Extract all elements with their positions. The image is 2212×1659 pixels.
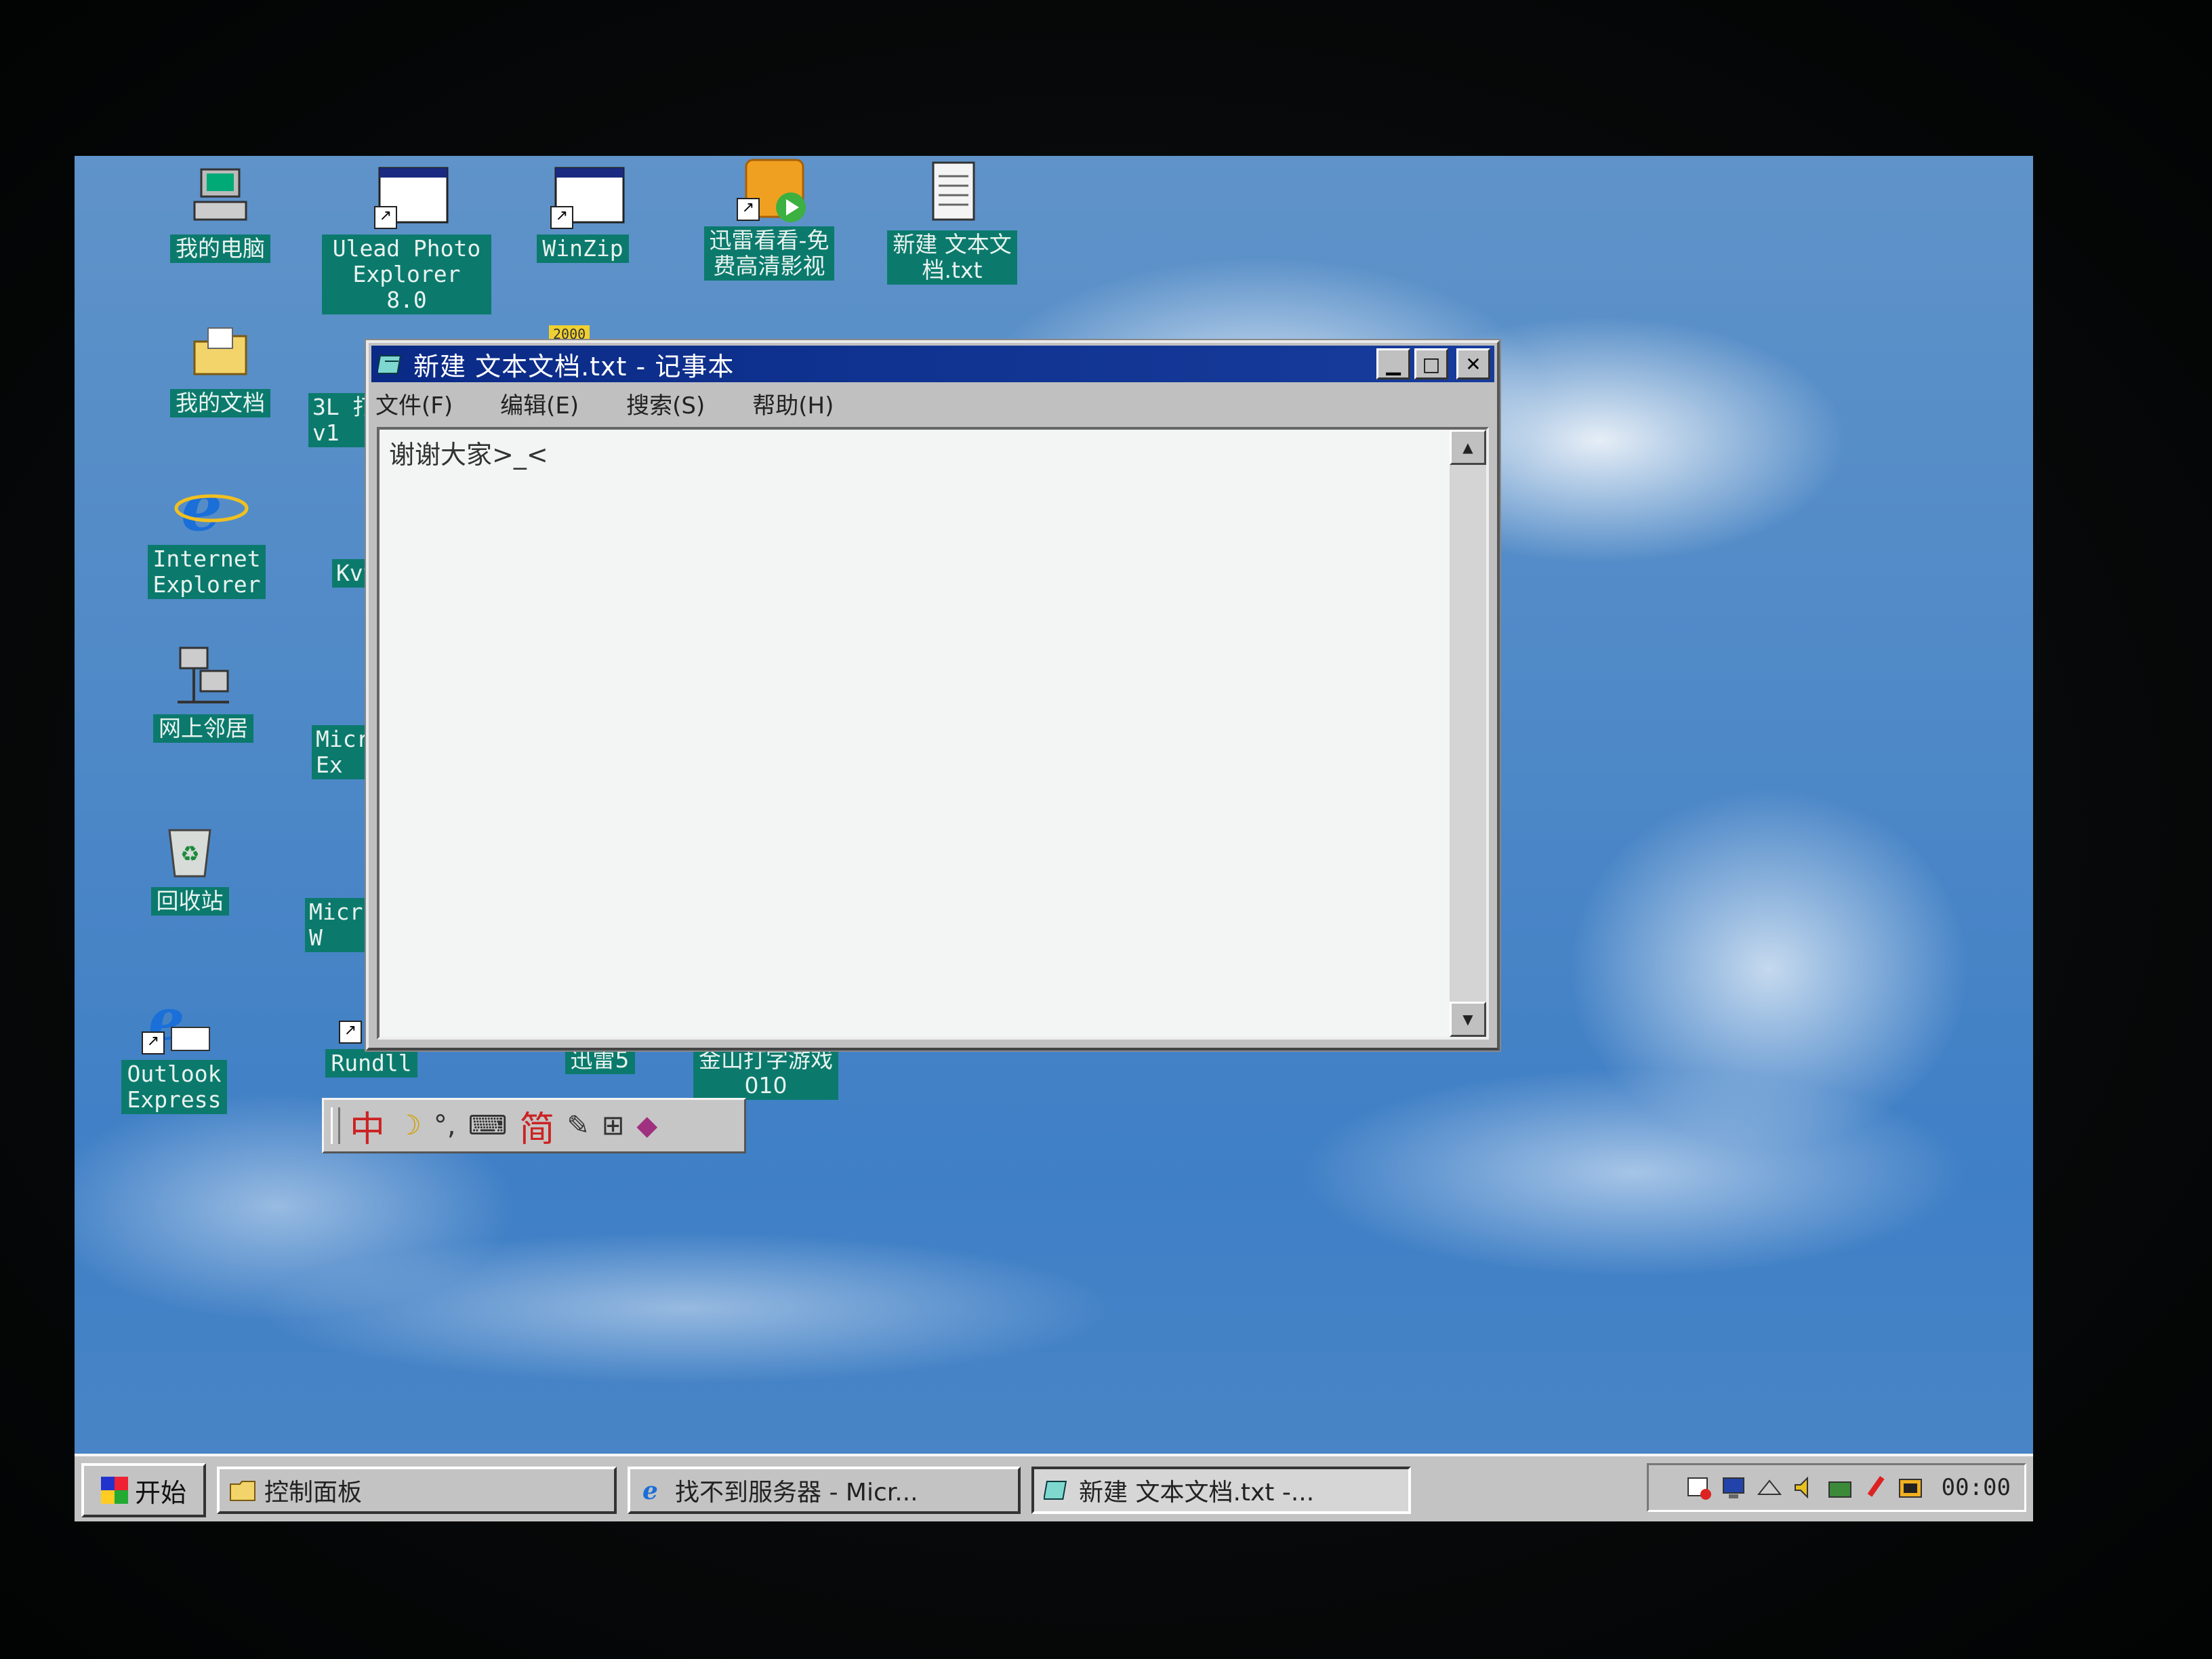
xunlei-kankan-icon: ↗ xyxy=(737,156,806,222)
desktop: 我的电脑 我的文档 e Internet Explorer 网上邻居 ♻ 回收站… xyxy=(75,156,2033,1521)
moon-icon[interactable]: ☽ xyxy=(397,1110,422,1141)
desktop-icon-label: 金山打字游戏 010 xyxy=(693,1046,838,1100)
system-tray: 00:00 xyxy=(1647,1463,2026,1512)
task-button-control-panel[interactable]: 控制面板 xyxy=(217,1467,617,1514)
folder-icon xyxy=(188,319,253,384)
text-edit-area[interactable]: 谢谢大家>_< ▲ ▼ xyxy=(377,427,1489,1040)
task-label: 新建 文本文档.txt -... xyxy=(1079,1479,1315,1507)
media-icon[interactable] xyxy=(1897,1474,1924,1501)
task-button-notepad[interactable]: 新建 文本文档.txt -... xyxy=(1031,1467,1411,1514)
window-title: 新建 文本文档.txt - 记事本 xyxy=(413,351,735,382)
notepad-titlebar[interactable]: 新建 文本文档.txt - 记事本 ▁ □ ✕ xyxy=(371,346,1494,382)
desktop-icon-label: 回收站 xyxy=(150,887,229,916)
minimize-button[interactable]: ▁ xyxy=(1376,348,1410,380)
start-label: 开始 xyxy=(134,1477,186,1508)
volume-icon[interactable] xyxy=(1791,1474,1818,1501)
pencil-icon[interactable] xyxy=(1862,1474,1889,1501)
internet-explorer-icon: e xyxy=(174,469,249,546)
display-icon[interactable] xyxy=(1721,1474,1748,1501)
desktop-icon-winzip[interactable]: ↗ WinZip xyxy=(508,164,657,263)
book-icon[interactable]: ◆ xyxy=(636,1110,657,1141)
vertical-scrollbar[interactable]: ▲ ▼ xyxy=(1450,430,1486,1037)
task-button-browser[interactable]: e 找不到服务器 - Micr... xyxy=(628,1467,1021,1514)
ime-chinese-mode[interactable]: 中 xyxy=(350,1101,385,1151)
recycle-bin-icon: ♻ xyxy=(157,817,222,882)
ime-toolbar[interactable]: 中 ☽ °, ⌨ 简 ✎ ⊞ ◆ xyxy=(322,1098,746,1153)
punctuation-icon[interactable]: °, xyxy=(434,1110,456,1141)
shortcut-arrow-icon: ↗ xyxy=(737,198,760,221)
folder-icon xyxy=(230,1481,255,1501)
ime-simplified-mode[interactable]: 简 xyxy=(519,1101,554,1151)
desktop-icon-label: Outlook Express xyxy=(121,1060,227,1114)
notepad-window[interactable]: 新建 文本文档.txt - 记事本 ▁ □ ✕ 文件(F) 编辑(E) 搜索(S… xyxy=(366,340,1500,1050)
shortcut-arrow-icon: ↗ xyxy=(339,1021,362,1044)
maximize-button[interactable]: □ xyxy=(1414,348,1448,380)
desktop-icon-my-documents[interactable]: 我的文档 xyxy=(136,319,305,417)
task-label: 控制面板 xyxy=(264,1479,363,1507)
desktop-icon-label: Ulead Photo Explorer 8.0 xyxy=(322,234,491,314)
desktop-icon-internet-explorer[interactable]: e Internet Explorer xyxy=(122,469,291,599)
clock[interactable]: 00:00 xyxy=(1942,1474,2011,1501)
notepad-icon xyxy=(1044,1481,1067,1500)
close-button[interactable]: ✕ xyxy=(1456,348,1490,380)
network-icon xyxy=(171,644,236,709)
svg-text:e: e xyxy=(181,474,222,539)
pen-icon[interactable]: ✎ xyxy=(567,1110,590,1141)
desktop-icon-new-text-file[interactable]: 新建 文本文 档.txt xyxy=(867,160,1037,285)
shortcut-arrow-icon: ↗ xyxy=(550,206,573,229)
internet-explorer-icon: e xyxy=(642,1477,658,1503)
keyboard-icon[interactable]: ⌨ xyxy=(468,1110,508,1141)
desktop-icon-label: 我的电脑 xyxy=(170,234,270,263)
desktop-icon-label: 迅雷看看-免 费高清影视 xyxy=(703,226,835,281)
menu-file[interactable]: 文件(F) xyxy=(375,387,453,420)
desktop-icon-label-micr-ex[interactable]: Micr Ex xyxy=(312,725,374,779)
computer-icon xyxy=(188,164,253,229)
folder-tray-icon[interactable] xyxy=(1826,1474,1853,1501)
menu-edit[interactable]: 编辑(E) xyxy=(500,387,579,420)
desktop-icon-my-computer[interactable]: 我的电脑 xyxy=(136,164,305,263)
grid-icon[interactable]: ⊞ xyxy=(602,1110,625,1141)
desktop-icon-outlook-express[interactable]: e ↗ Outlook Express xyxy=(89,986,259,1114)
desktop-icon-xunlei-kankan[interactable]: ↗ 迅雷看看-免 费高清影视 xyxy=(684,156,854,281)
outlook-express-icon: e ↗ xyxy=(142,986,210,1054)
ime-grip[interactable] xyxy=(331,1107,340,1144)
document-text: 谢谢大家>_< xyxy=(389,440,548,470)
taskbar: 开始 控制面板 e 找不到服务器 - Micr... 新建 文本文档.txt -… xyxy=(75,1454,2033,1521)
notepad-icon xyxy=(378,355,402,374)
start-button[interactable]: 开始 xyxy=(81,1463,206,1517)
task-label: 找不到服务器 - Micr... xyxy=(675,1479,918,1507)
desktop-icon-ulead-photo-explorer[interactable]: ↗ Ulead Photo Explorer 8.0 xyxy=(322,164,491,314)
menu-bar: 文件(F) 编辑(E) 搜索(S) 帮助(H) xyxy=(369,385,1497,422)
desktop-icon-label: Internet Explorer xyxy=(147,545,266,599)
network-tray-icon[interactable] xyxy=(1756,1474,1783,1501)
desktop-icon-network-neighborhood[interactable]: 网上邻居 xyxy=(119,644,288,743)
desktop-icon-recycle-bin[interactable]: ♻ 回收站 xyxy=(105,817,274,916)
shortcut-arrow-icon: ↗ xyxy=(374,206,397,229)
svg-text:♻: ♻ xyxy=(180,841,200,867)
application-window-icon: ↗ xyxy=(374,164,449,229)
shortcut-arrow-icon: ↗ xyxy=(142,1031,165,1054)
text-document-icon xyxy=(920,160,985,225)
scroll-down-button[interactable]: ▼ xyxy=(1450,1002,1486,1037)
desktop-icon-label: 我的文档 xyxy=(170,389,270,417)
windows-flag-icon xyxy=(100,1477,128,1504)
svg-text:e: e xyxy=(642,1477,658,1503)
desktop-icon-label: 网上邻居 xyxy=(153,714,253,743)
desktop-icon-label: Rundll xyxy=(325,1049,417,1078)
desktop-icon-label: WinZip xyxy=(537,234,629,263)
scheduler-icon[interactable] xyxy=(1685,1474,1713,1501)
application-window-icon: ↗ xyxy=(550,164,625,229)
desktop-icon-label-micr-w[interactable]: Micr W xyxy=(305,898,367,952)
scroll-up-button[interactable]: ▲ xyxy=(1450,430,1486,465)
menu-help[interactable]: 帮助(H) xyxy=(752,387,834,420)
desktop-icon-label: 新建 文本文 档.txt xyxy=(887,230,1017,285)
menu-search[interactable]: 搜索(S) xyxy=(626,387,705,420)
